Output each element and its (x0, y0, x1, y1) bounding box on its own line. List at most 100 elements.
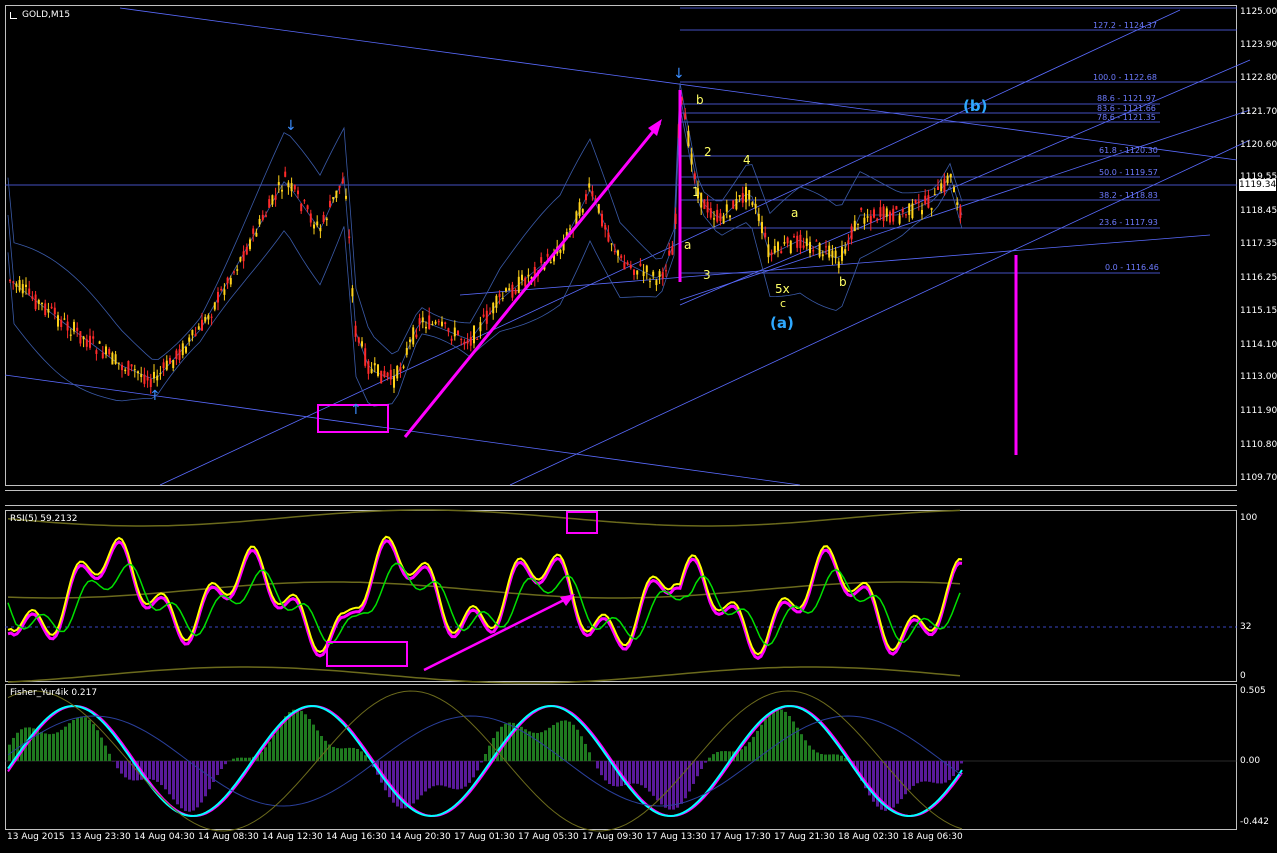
fisher-histogram-bar (744, 746, 747, 761)
candle-body (700, 192, 703, 208)
fisher-tick: -0.442 (1240, 817, 1270, 827)
candle-body (844, 249, 847, 254)
fisher-histogram-bar (892, 761, 895, 808)
candle-body (143, 374, 146, 384)
candle-body (249, 239, 251, 250)
wave-label: b (839, 275, 847, 289)
fisher-histogram-bar (360, 751, 363, 761)
price-tick: 1113.00 (1240, 372, 1277, 382)
fisher-histogram-bar (452, 761, 455, 789)
fisher-histogram-bar (784, 711, 787, 761)
candle-body (98, 341, 101, 344)
fisher-histogram-bar (180, 761, 183, 809)
candle-body (258, 218, 261, 225)
fisher-histogram-bar (244, 757, 247, 761)
candle-body (770, 252, 773, 255)
candle-body (489, 312, 491, 314)
candle-body (213, 302, 216, 310)
candle-body (217, 291, 219, 303)
price-tick: 1110.80 (1240, 440, 1277, 450)
candle-body (777, 242, 779, 251)
fisher-histogram-bar (832, 754, 835, 761)
fractal-up-arrow: ↑ (149, 388, 161, 404)
candle-body (617, 250, 619, 256)
candle-body (357, 337, 360, 343)
time-tick: 17 Aug 17:30 (710, 832, 771, 842)
candle-body (140, 374, 143, 378)
candle-body (236, 269, 239, 271)
candle-body (725, 204, 728, 212)
candle-body (364, 348, 367, 366)
fisher-label: Fisher_Yur4ik 0.217 (10, 688, 98, 698)
candle-body (383, 370, 386, 377)
fisher-histogram-bar (936, 761, 939, 784)
candle-body (828, 245, 831, 258)
candle-body (50, 306, 53, 309)
candle-body (444, 322, 447, 324)
candle-body (146, 376, 149, 381)
candle-body (415, 334, 418, 338)
candle-body (911, 203, 914, 219)
candle-body (729, 215, 731, 218)
candle-body (341, 178, 344, 184)
candle-body (60, 319, 63, 327)
candle-body (601, 213, 603, 227)
fisher-histogram-bar (636, 761, 639, 784)
candle-body (21, 284, 24, 294)
candle-body (293, 185, 296, 190)
fractal-down-arrow: ↓ (673, 66, 685, 82)
candle-body (636, 270, 639, 275)
candle-body (101, 352, 104, 359)
fisher-histogram-bar (332, 746, 335, 761)
candle-body (89, 335, 91, 348)
candle-body (927, 195, 930, 208)
candle-body (204, 316, 207, 322)
annotation-arrow (423, 595, 571, 672)
candle-body (73, 321, 75, 332)
candle-body (44, 303, 47, 316)
candle-body (335, 190, 338, 198)
fisher-histogram-bar (236, 757, 239, 761)
candle-body (345, 195, 347, 199)
candle-body (386, 372, 389, 377)
fisher-histogram-bar (608, 761, 611, 784)
wave-label: a (791, 206, 799, 220)
candle-body (165, 360, 168, 370)
candle-body (149, 379, 152, 388)
bollinger-band (7, 83, 963, 361)
candle-body (47, 308, 50, 313)
candle-body (633, 269, 635, 275)
fisher-histogram-bar (928, 761, 931, 782)
candle-body (905, 214, 907, 216)
wave-label: c (780, 297, 787, 310)
fisher-histogram-bar (392, 761, 395, 803)
candle-body (908, 203, 911, 215)
candle-body (9, 279, 11, 282)
candle-body (690, 153, 693, 165)
candle-body (313, 224, 315, 229)
candle-body (693, 173, 696, 179)
fisher-histogram-bar (104, 745, 107, 761)
fisher-histogram-bar (68, 723, 71, 761)
fisher-histogram-bar (768, 714, 771, 761)
candle-body (226, 277, 229, 284)
candle-body (463, 341, 466, 345)
fisher-histogram-bar (480, 761, 483, 763)
candle-body (873, 209, 875, 218)
candle-body (425, 326, 427, 329)
fisher-histogram-bar (288, 712, 291, 761)
candle-body (162, 362, 165, 369)
fisher-histogram-bar (248, 757, 251, 761)
candle-body (514, 289, 517, 294)
candle-body (95, 350, 98, 354)
fisher-histogram-bar (508, 722, 511, 761)
candle-body (508, 288, 511, 291)
price-tick: 1116.25 (1240, 273, 1277, 283)
fisher-histogram-bar (340, 748, 343, 761)
candle-body (261, 214, 264, 220)
fisher-histogram-bar (788, 716, 791, 761)
candle-body (786, 237, 789, 244)
candle-body (434, 321, 437, 324)
wave-label-major: (b) (963, 97, 988, 115)
time-tick: 17 Aug 21:30 (774, 832, 835, 842)
